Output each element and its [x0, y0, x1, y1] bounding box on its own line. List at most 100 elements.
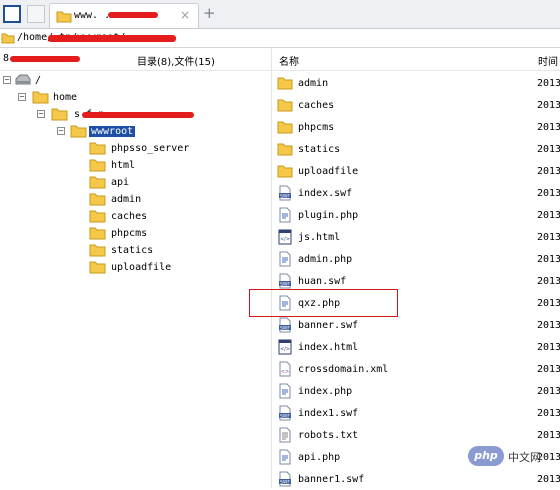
tree-item-phpsso-server[interactable]: phpsso_server	[0, 140, 260, 157]
swf-icon: SWF	[277, 185, 293, 201]
file-row[interactable]: SWF index.swf 2013	[272, 182, 560, 204]
file-row[interactable]: </> index.html 2013	[272, 336, 560, 358]
collapse-icon[interactable]: −	[3, 76, 11, 84]
collapse-icon[interactable]: −	[18, 93, 26, 101]
file-row[interactable]: SWF index1.swf 2013	[272, 402, 560, 424]
file-time: 2013	[537, 474, 560, 485]
file-time: 2013	[537, 408, 560, 419]
svg-text:SWF: SWF	[280, 325, 290, 331]
html-icon: </>	[277, 229, 293, 245]
file-row[interactable]: robots.txt 2013	[272, 424, 560, 446]
folder-icon	[51, 108, 68, 121]
file-row[interactable]: SWF banner1.swf 2013	[272, 468, 560, 490]
tree-item-label: wwwroot	[89, 126, 136, 137]
file-name: js.html	[298, 232, 341, 243]
file-time: 2013	[537, 100, 560, 111]
tab-site[interactable]: www. .com ×	[49, 3, 199, 28]
path-bar[interactable]: /home/ tn/wwwroot/	[0, 29, 560, 48]
file-name: index.html	[298, 342, 359, 353]
folder-icon	[70, 125, 87, 138]
swf-icon: SWF	[277, 405, 293, 421]
file-time: 2013	[537, 78, 560, 89]
sidebar-toggle-icon[interactable]	[3, 5, 21, 23]
file-row[interactable]: statics 2013	[272, 138, 560, 160]
tree-item-api[interactable]: api	[0, 174, 260, 191]
php-icon	[277, 207, 293, 223]
svg-text:SWF: SWF	[280, 479, 290, 485]
svg-text:<>: <>	[281, 369, 289, 375]
file-time: 2013	[537, 276, 560, 287]
file-time: 2013	[537, 342, 560, 353]
tree-item-wwwroot[interactable]: − wwwroot	[0, 123, 260, 140]
file-name: index1.swf	[298, 408, 359, 419]
blank-tab-icon[interactable]	[27, 5, 45, 23]
highlight-annotation	[249, 289, 398, 317]
redaction-mark	[82, 112, 194, 118]
folder-icon	[277, 119, 293, 135]
column-header-name[interactable]: 名称	[279, 53, 299, 68]
xml-icon: <>	[277, 361, 293, 377]
tree-item-uploadfile[interactable]: uploadfile	[0, 259, 260, 276]
svg-text:SWF: SWF	[280, 281, 290, 287]
collapse-icon[interactable]: −	[57, 127, 65, 135]
tree-item-label: phpsso_server	[111, 143, 190, 154]
file-row[interactable]: uploadfile 2013	[272, 160, 560, 182]
tree-item-root[interactable]: − /	[0, 72, 260, 89]
file-name: index.php	[298, 386, 353, 397]
file-row[interactable]: <> crossdomain.xml 2013	[272, 358, 560, 380]
folder-icon	[277, 97, 293, 113]
file-time: 2013	[537, 188, 560, 199]
tree-item-statics[interactable]: statics	[0, 242, 260, 259]
file-time: 2013	[537, 254, 560, 265]
tree-item-caches[interactable]: caches	[0, 208, 260, 225]
tree-item-label: statics	[111, 245, 154, 256]
file-time: 2013	[537, 320, 560, 331]
redaction-mark	[108, 12, 158, 18]
file-row[interactable]: phpcms 2013	[272, 116, 560, 138]
file-time: 2013	[537, 166, 560, 177]
swf-icon: SWF	[277, 317, 293, 333]
file-name: crossdomain.xml	[298, 364, 389, 375]
redaction-mark	[10, 56, 80, 62]
file-time: 2013	[537, 386, 560, 397]
txt-icon	[277, 427, 293, 443]
file-row[interactable]: plugin.php 2013	[272, 204, 560, 226]
file-list-pane: 名称 时间 admin 2013 caches 2013 phpcms 2013 stati…	[272, 48, 560, 488]
tree-item-label: /	[35, 75, 42, 86]
folder-icon	[89, 176, 106, 189]
tree-item-admin[interactable]: admin	[0, 191, 260, 208]
folder-icon	[89, 193, 106, 206]
php-icon	[277, 251, 293, 267]
tree-item-label: phpcms	[111, 228, 148, 239]
watermark: php 中文网	[468, 446, 560, 466]
file-row[interactable]: SWF banner.swf 2013	[272, 314, 560, 336]
swf-icon: SWF	[277, 471, 293, 487]
tree-item-site[interactable]: − s f n	[0, 106, 260, 123]
close-icon[interactable]: ×	[180, 8, 190, 22]
new-tab-button[interactable]: +	[203, 4, 216, 22]
file-row[interactable]: caches 2013	[272, 94, 560, 116]
tree-item-html[interactable]: html	[0, 157, 260, 174]
file-row[interactable]: index.php 2013	[272, 380, 560, 402]
file-time: 2013	[537, 364, 560, 375]
column-header-time[interactable]: 时间	[538, 53, 558, 68]
file-name: caches	[298, 100, 335, 111]
folder-tree-pane: 8 目录(8),文件(15) − / − home − s f n − wwwr…	[0, 48, 272, 488]
folder-icon	[89, 159, 106, 172]
tree-item-phpcms[interactable]: phpcms	[0, 225, 260, 242]
file-name: banner1.swf	[298, 474, 365, 485]
drive-icon	[15, 74, 31, 85]
collapse-icon[interactable]: −	[37, 110, 45, 118]
tree-item-label: admin	[111, 194, 142, 205]
tree-item-label: html	[111, 160, 136, 171]
folder-icon	[89, 244, 106, 257]
file-time: 2013	[537, 122, 560, 133]
file-name: plugin.php	[298, 210, 359, 221]
tree-item-label: uploadfile	[111, 262, 172, 273]
tree-item-home[interactable]: − home	[0, 89, 260, 106]
file-time: 2013	[537, 430, 560, 441]
file-row[interactable]: admin 2013	[272, 72, 560, 94]
file-row[interactable]: admin.php 2013	[272, 248, 560, 270]
redaction-mark	[48, 35, 176, 42]
file-row[interactable]: </> js.html 2013	[272, 226, 560, 248]
